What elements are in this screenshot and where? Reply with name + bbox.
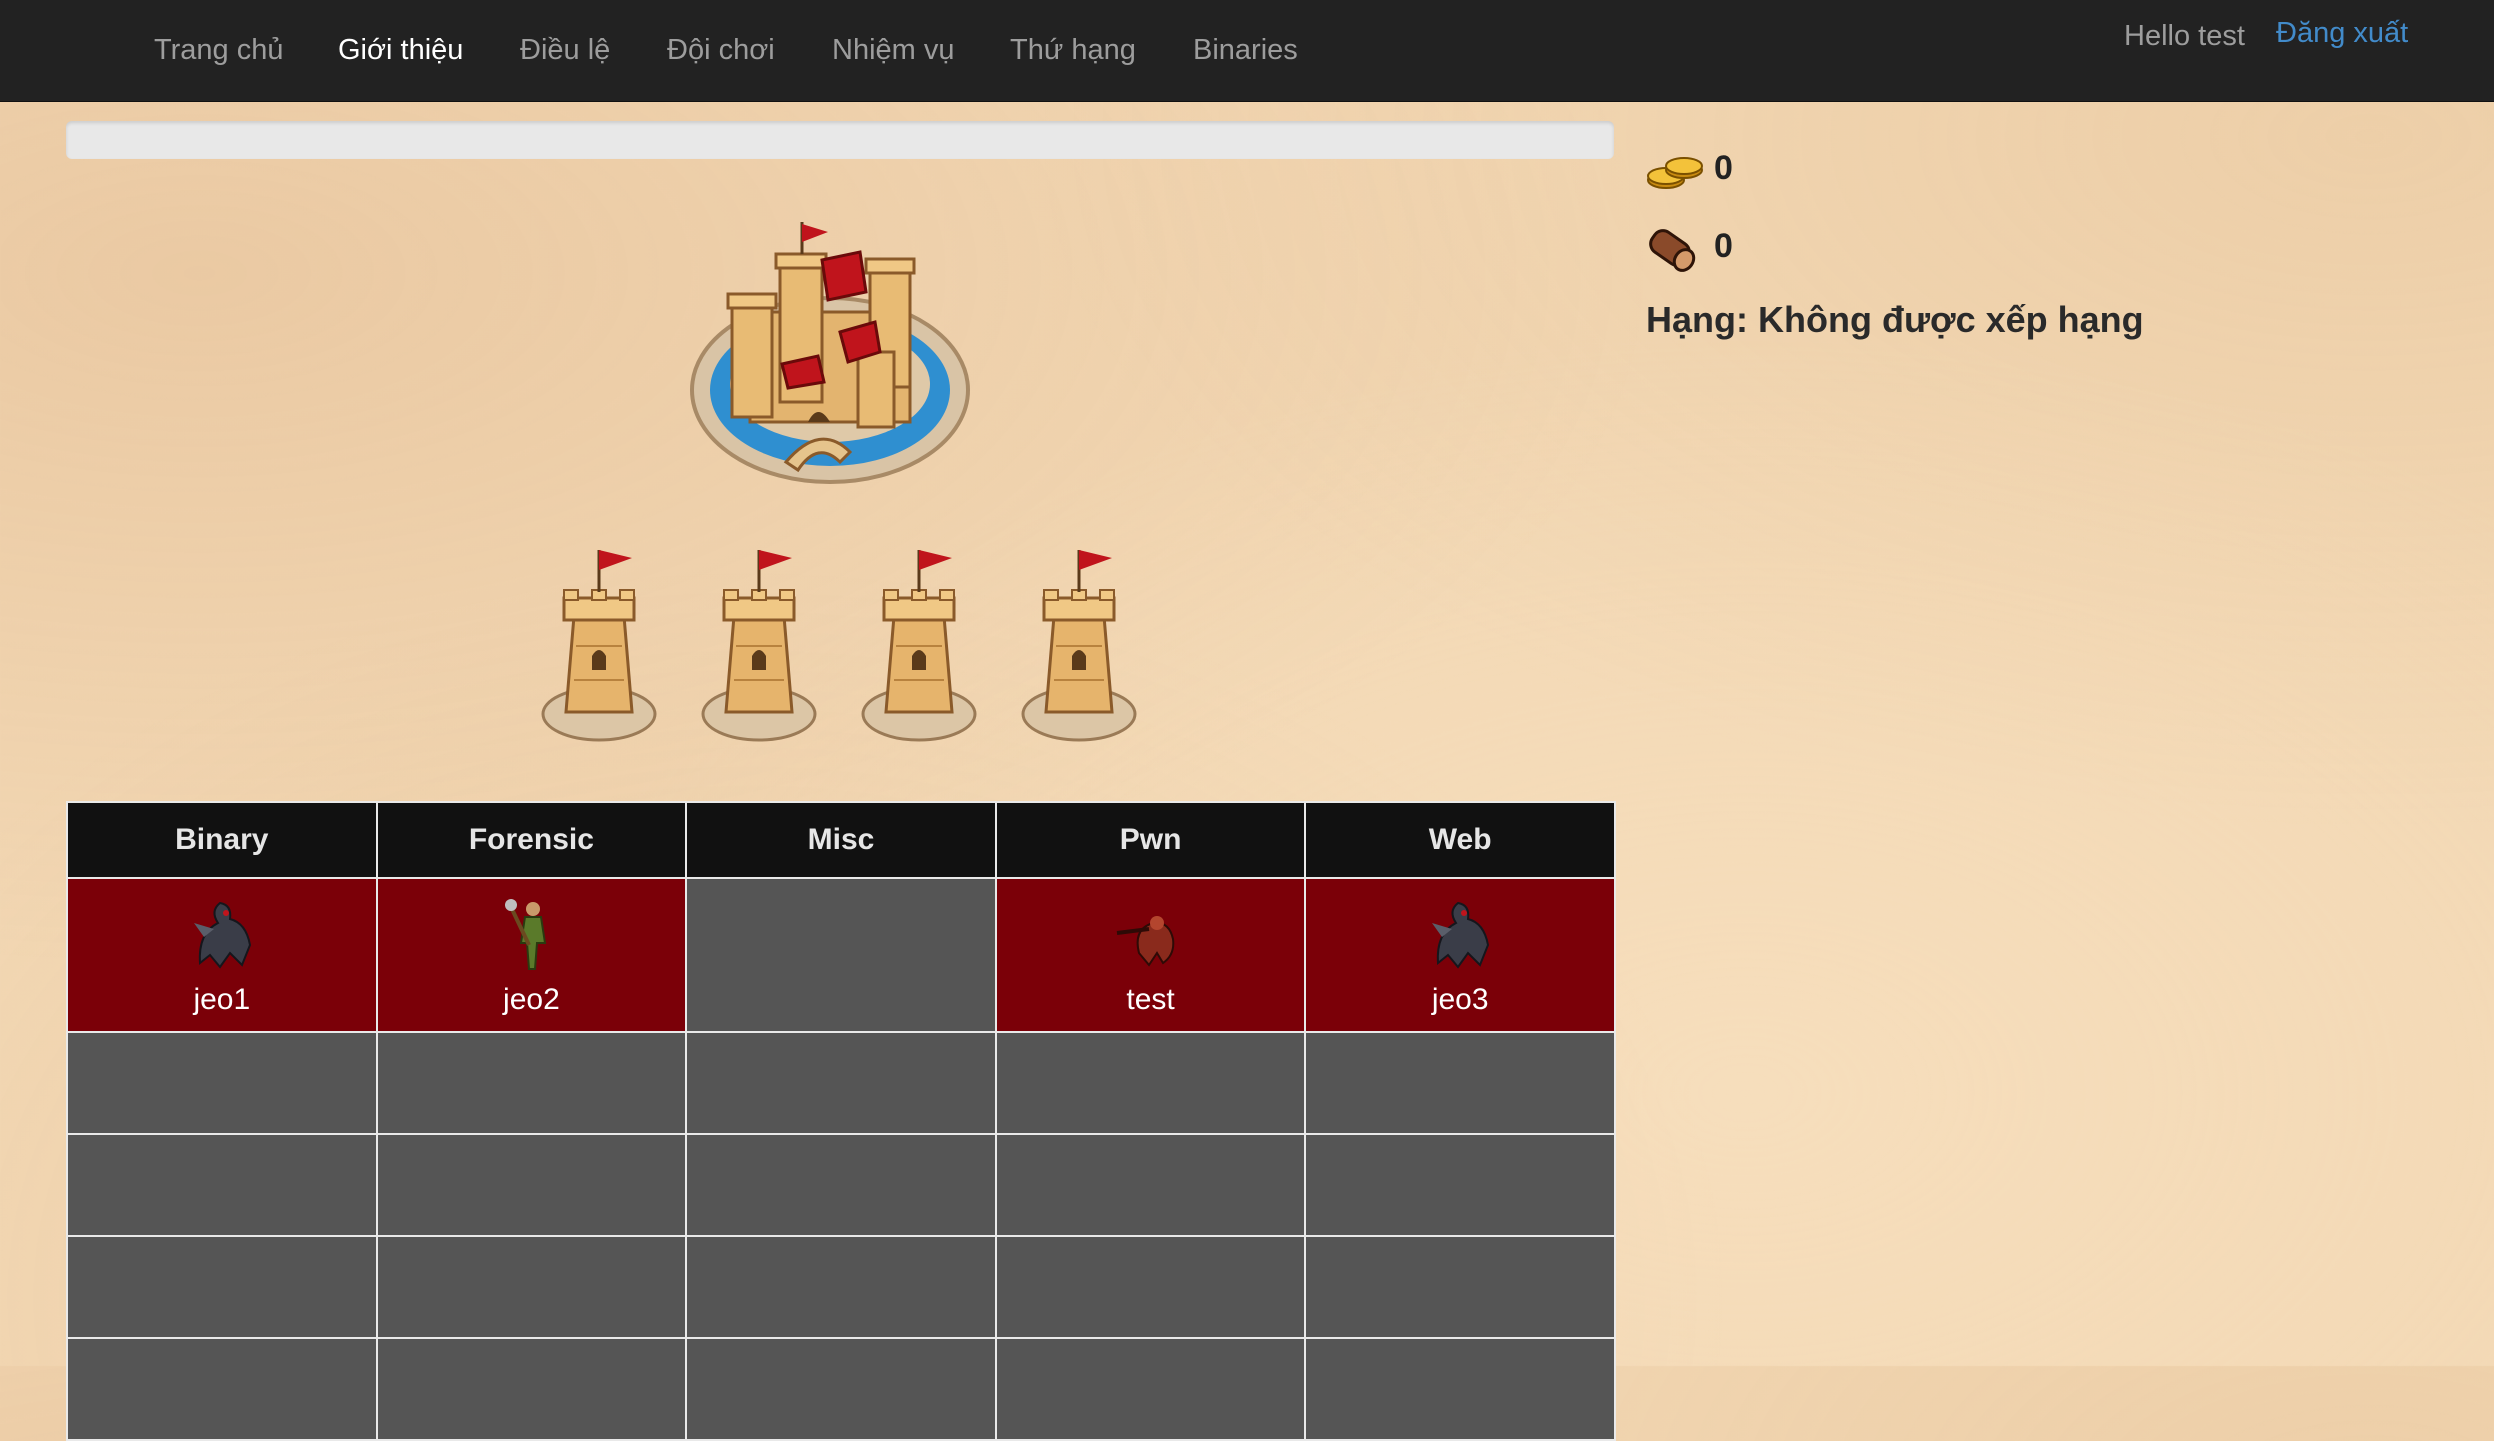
table-row: jeo1 jeo2 test jeo3 bbox=[66, 877, 1616, 1033]
nav-item-nhiem-vu[interactable]: Nhiệm vụ bbox=[832, 30, 955, 70]
cell-label: test bbox=[1126, 983, 1175, 1016]
board-cell[interactable] bbox=[685, 1235, 997, 1339]
table-row bbox=[66, 1337, 1616, 1441]
team-rank: Hạng: Không được xếp hạng bbox=[1646, 299, 2144, 340]
nav-item-doi-choi[interactable]: Đội chơi bbox=[667, 30, 775, 70]
board-cell[interactable] bbox=[1304, 1337, 1616, 1441]
nav-item-trang-chu[interactable]: Trang chủ bbox=[154, 30, 284, 70]
board-cell[interactable] bbox=[1304, 1133, 1616, 1237]
tower-icon[interactable] bbox=[1020, 546, 1138, 742]
nav-item-gioi-thieu[interactable]: Giới thiệu bbox=[338, 30, 463, 70]
board-cell[interactable] bbox=[994, 1133, 1307, 1237]
board-cell[interactable] bbox=[994, 1235, 1307, 1339]
board-cell[interactable] bbox=[375, 1031, 688, 1135]
board-cell[interactable] bbox=[1304, 1235, 1616, 1339]
board-cell[interactable] bbox=[685, 1133, 997, 1237]
dark-creature-icon bbox=[193, 901, 251, 969]
board-cell[interactable] bbox=[66, 1337, 378, 1441]
tower-icon[interactable] bbox=[860, 546, 978, 742]
board-cell[interactable] bbox=[66, 1031, 378, 1135]
gold-coins-icon bbox=[1647, 157, 1703, 189]
table-row bbox=[66, 1235, 1616, 1339]
board-cell[interactable] bbox=[375, 1235, 688, 1339]
board-cell[interactable]: test bbox=[994, 877, 1307, 1033]
wood-count: 0 bbox=[1714, 227, 1733, 265]
board-cell[interactable] bbox=[994, 1337, 1307, 1441]
board-cell[interactable] bbox=[685, 1031, 997, 1135]
column-header-forensic: Forensic bbox=[375, 801, 688, 879]
warrior-icon bbox=[505, 899, 547, 970]
board-cell[interactable] bbox=[994, 1031, 1307, 1135]
nav-item-dieu-le[interactable]: Điều lệ bbox=[520, 30, 610, 70]
board-cell[interactable] bbox=[1304, 1031, 1616, 1135]
column-header-misc: Misc bbox=[685, 801, 997, 879]
red-creature-icon bbox=[1116, 916, 1174, 967]
castle-icon[interactable] bbox=[690, 222, 970, 502]
challenge-board: Binary Forensic Misc Pwn Web jeo1 jeo2 t… bbox=[66, 801, 1616, 1441]
gold-count: 0 bbox=[1714, 149, 1733, 187]
table-row bbox=[66, 1133, 1616, 1237]
board-cell[interactable] bbox=[375, 1337, 688, 1441]
board-cell[interactable]: jeo3 bbox=[1304, 877, 1616, 1033]
column-header-binary: Binary bbox=[66, 801, 378, 879]
nav-item-thu-hang[interactable]: Thứ hạng bbox=[1010, 30, 1136, 70]
top-navbar: Trang chủ Giới thiệu Điều lệ Đội chơi Nh… bbox=[0, 0, 2494, 102]
cell-label: jeo1 bbox=[193, 983, 251, 1016]
board-cell[interactable]: jeo2 bbox=[375, 877, 688, 1033]
wood-log-icon bbox=[1649, 229, 1696, 272]
nav-item-binaries[interactable]: Binaries bbox=[1193, 30, 1298, 70]
column-header-web: Web bbox=[1304, 801, 1616, 879]
user-greeting: Hello test bbox=[2124, 20, 2245, 52]
cell-label: jeo3 bbox=[1431, 983, 1489, 1016]
tower-icon[interactable] bbox=[700, 546, 818, 742]
board-cell[interactable] bbox=[685, 1337, 997, 1441]
board-header-row: Binary Forensic Misc Pwn Web bbox=[66, 801, 1616, 879]
table-row bbox=[66, 1031, 1616, 1135]
dark-creature-icon bbox=[1432, 901, 1490, 969]
board-cell[interactable] bbox=[66, 1133, 378, 1237]
board-cell[interactable] bbox=[685, 877, 997, 1033]
board-cell[interactable] bbox=[66, 1235, 378, 1339]
board-cell[interactable] bbox=[375, 1133, 688, 1237]
progress-bar bbox=[66, 121, 1614, 159]
cell-label: jeo2 bbox=[503, 983, 560, 1016]
column-header-pwn: Pwn bbox=[994, 801, 1307, 879]
logout-link[interactable]: Đăng xuất bbox=[2276, 13, 2408, 53]
tower-icon[interactable] bbox=[540, 546, 658, 742]
board-cell[interactable]: jeo1 bbox=[66, 877, 378, 1033]
